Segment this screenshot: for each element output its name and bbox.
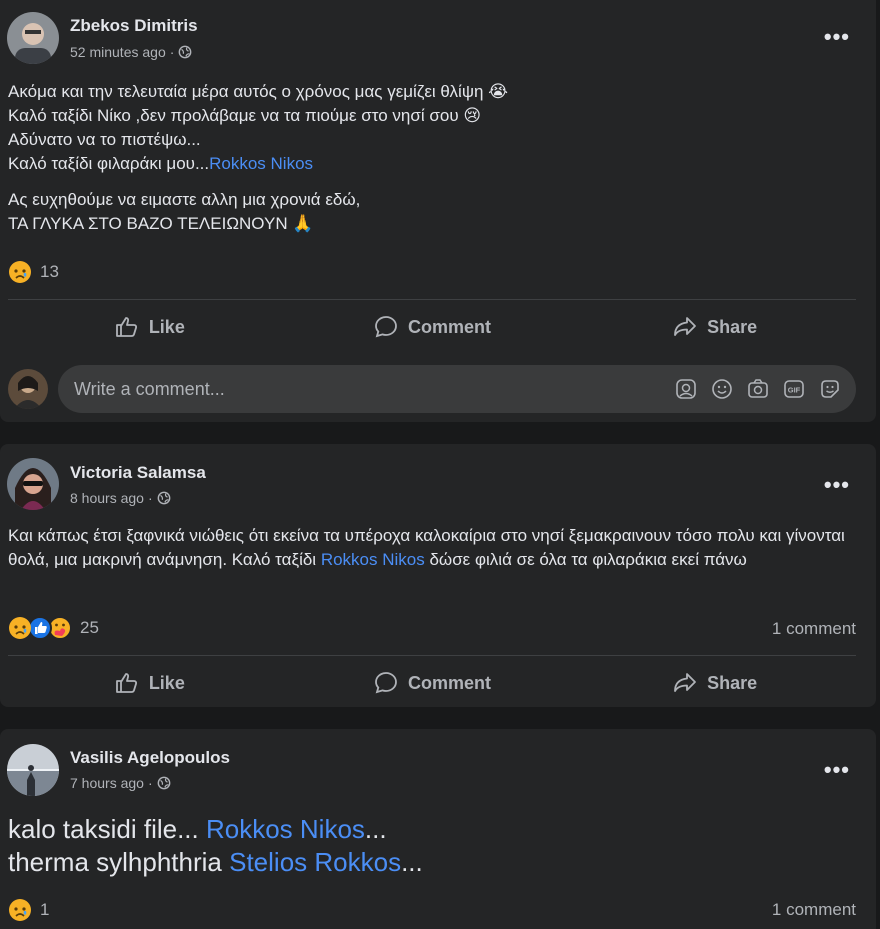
more-options-button[interactable]: •••: [824, 757, 850, 783]
emoji-icon[interactable]: [710, 377, 734, 401]
post-card: Victoria Salamsa 8 hours ago · ••• Και κά…: [0, 444, 876, 707]
action-bar: Like Comment Share: [8, 307, 856, 347]
reactions-summary[interactable]: 13: [8, 260, 59, 284]
share-button[interactable]: Share: [573, 307, 856, 347]
globe-icon: [157, 491, 171, 505]
comments-count-link[interactable]: 1 comment: [772, 619, 856, 639]
globe-icon: [157, 776, 171, 790]
divider: [8, 299, 856, 300]
composer-tools: GIF: [674, 377, 842, 401]
comment-button[interactable]: Comment: [291, 307, 574, 347]
post-line: Αδύνατο να το πιστέψω...: [8, 130, 201, 149]
like-icon: [115, 673, 137, 693]
avatar-sticker-icon[interactable]: [674, 377, 698, 401]
post-text: kalo taksidi file... Rokkos Nikos... the…: [8, 813, 866, 879]
comment-composer: Write a comment... GIF: [8, 365, 856, 413]
reactions-summary[interactable]: 1: [8, 898, 49, 922]
like-button[interactable]: Like: [8, 307, 291, 347]
post-time[interactable]: 8 hours ago: [70, 490, 144, 506]
camera-icon[interactable]: [746, 377, 770, 401]
post-line: Καλό ταξίδι φιλαράκι μου...Rokkos Nikos: [8, 154, 314, 173]
post-time[interactable]: 7 hours ago: [70, 775, 144, 791]
mention-link[interactable]: Rokkos Nikos: [209, 154, 313, 173]
svg-text:GIF: GIF: [788, 386, 801, 395]
post-line: Ακόμα και την τελευταία μέρα αυτός ο χρό…: [8, 82, 508, 101]
more-options-button[interactable]: •••: [824, 472, 850, 498]
comment-icon: [375, 316, 397, 338]
post-line: therma sylhphthria Stelios Rokkos...: [8, 847, 423, 877]
post-meta: 52 minutes ago ·: [70, 44, 192, 60]
sad-reaction-icon: [8, 260, 32, 284]
share-icon: [674, 317, 697, 336]
post-text: Και κάπως έτσι ξαφνικά νιώθεις ότι εκείν…: [8, 526, 845, 569]
post-text: Ακόμα και την τελευταία μέρα αυτός ο χρό…: [8, 80, 866, 236]
author-name[interactable]: Vasilis Agelopoulos: [70, 748, 230, 768]
gif-icon[interactable]: GIF: [782, 377, 806, 401]
reaction-count: 1: [40, 900, 50, 919]
reaction-count: 25: [80, 618, 99, 637]
comment-placeholder: Write a comment...: [74, 378, 225, 399]
more-options-button[interactable]: •••: [824, 24, 850, 50]
comment-icon: [375, 672, 397, 694]
sad-reaction-icon: [8, 616, 32, 640]
comments-count-link[interactable]: 1 comment: [772, 900, 856, 920]
globe-icon: [178, 45, 192, 59]
post-meta: 8 hours ago ·: [70, 490, 171, 506]
reactions-summary[interactable]: 25: [8, 616, 99, 640]
post-time[interactable]: 52 minutes ago: [70, 44, 166, 60]
divider: [8, 655, 856, 656]
share-button[interactable]: Share: [573, 663, 856, 703]
reaction-count: 13: [40, 262, 59, 281]
sticker-icon[interactable]: [818, 377, 842, 401]
post-line: ΤΑ ΓΛΥΚΑ ΣΤΟ ΒΑΖΟ ΤΕΛΕΙΩΝΟΥΝ 🙏: [8, 214, 314, 233]
post-meta: 7 hours ago ·: [70, 775, 171, 791]
user-avatar[interactable]: [8, 369, 48, 409]
author-avatar[interactable]: [7, 12, 59, 64]
like-button[interactable]: Like: [8, 663, 291, 703]
mention-link[interactable]: Rokkos Nikos: [206, 814, 365, 844]
post-line: kalo taksidi file... Rokkos Nikos...: [8, 814, 387, 844]
share-icon: [674, 673, 697, 692]
mention-link[interactable]: Rokkos Nikos: [321, 550, 425, 569]
sad-reaction-icon: [8, 898, 32, 922]
comment-button[interactable]: Comment: [291, 663, 574, 703]
post-card: Zbekos Dimitris 52 minutes ago · ••• Ακόμ…: [0, 0, 876, 422]
like-icon: [115, 317, 137, 337]
post-line: Ας ευχηθούμε να ειμαστε αλλη μια χρονιά …: [8, 190, 361, 209]
author-name[interactable]: Victoria Salamsa: [70, 463, 206, 483]
author-avatar[interactable]: [7, 744, 59, 796]
author-name[interactable]: Zbekos Dimitris: [70, 16, 198, 36]
post-card: Vasilis Agelopoulos 7 hours ago · ••• kal…: [0, 729, 876, 929]
action-bar: Like Comment Share: [8, 663, 856, 703]
author-avatar[interactable]: [7, 458, 59, 510]
post-line: Καλό ταξίδι Νίκο ,δεν προλάβαμε να τα πι…: [8, 106, 482, 125]
mention-link[interactable]: Stelios Rokkos: [229, 847, 401, 877]
